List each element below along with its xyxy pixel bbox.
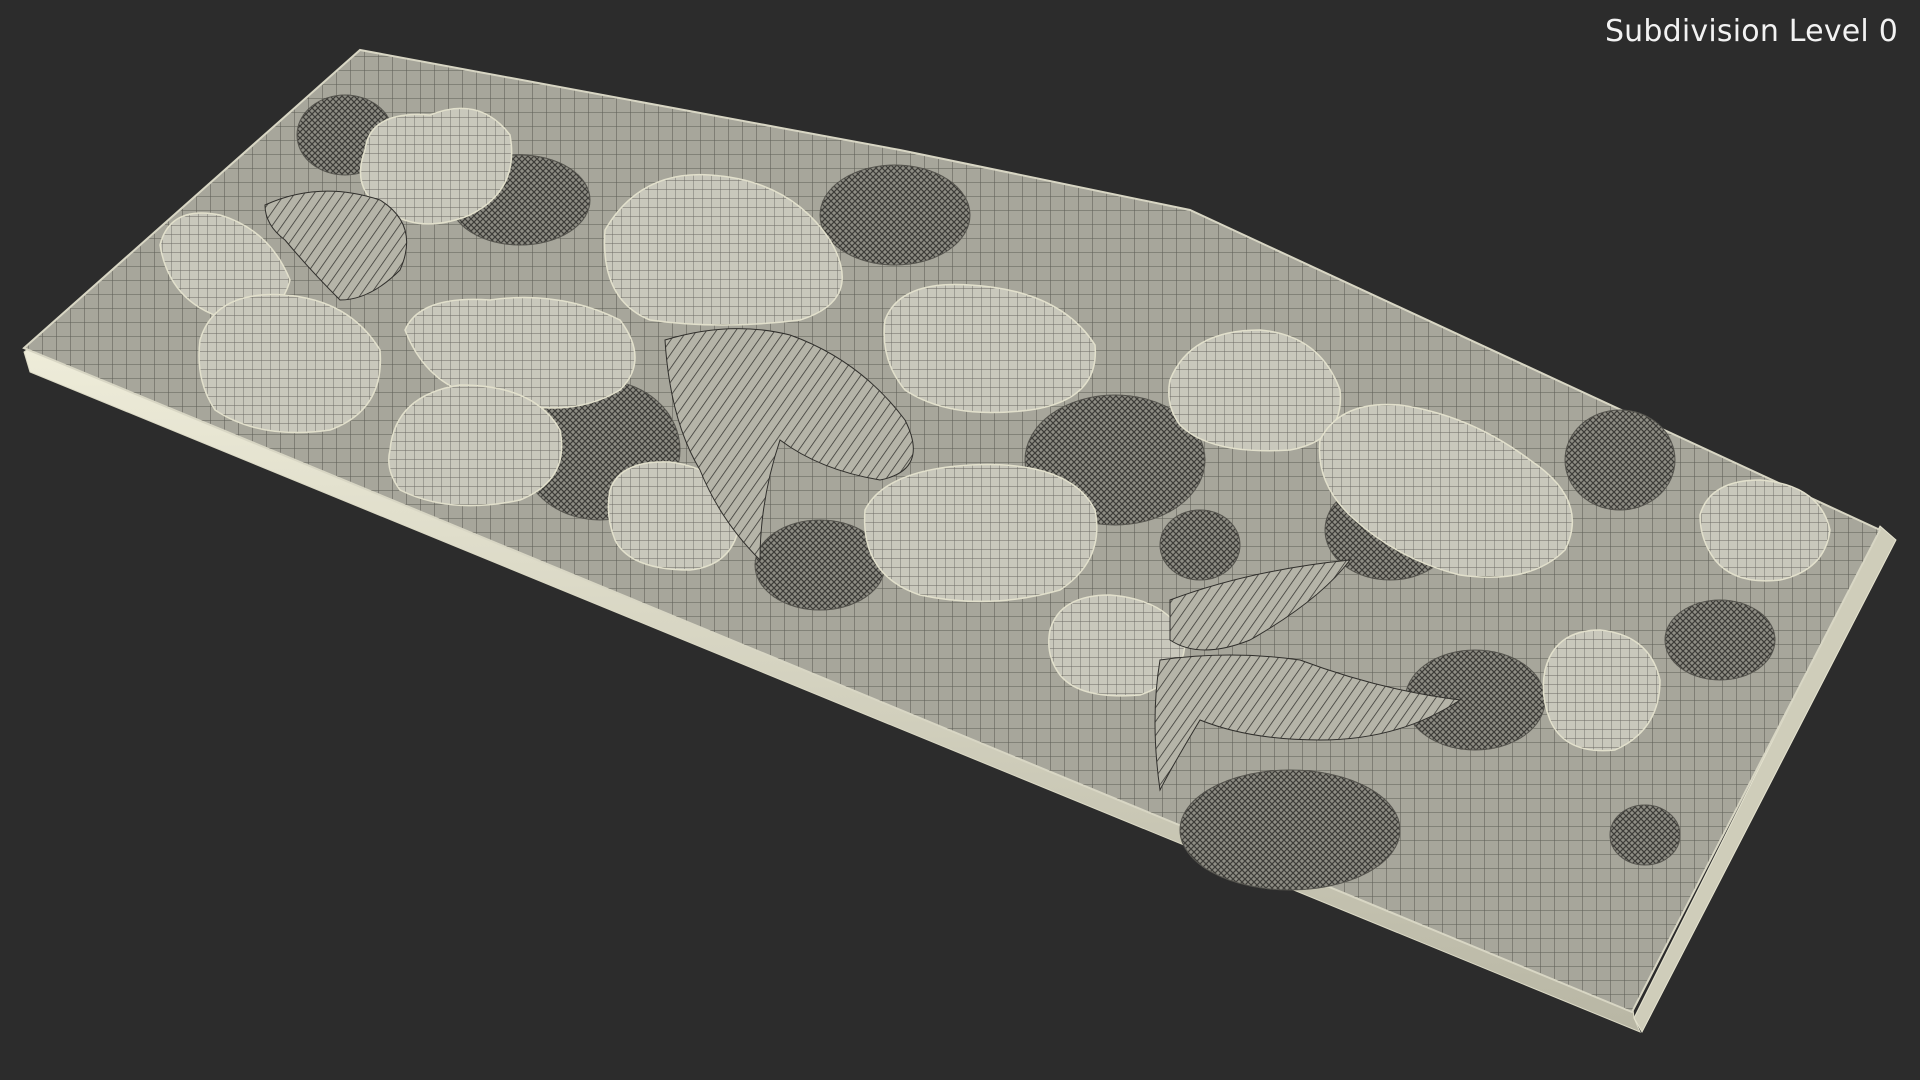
subdivision-level-label: Subdivision Level 0 [1604,14,1898,49]
wireframe-render [22,48,1897,1034]
